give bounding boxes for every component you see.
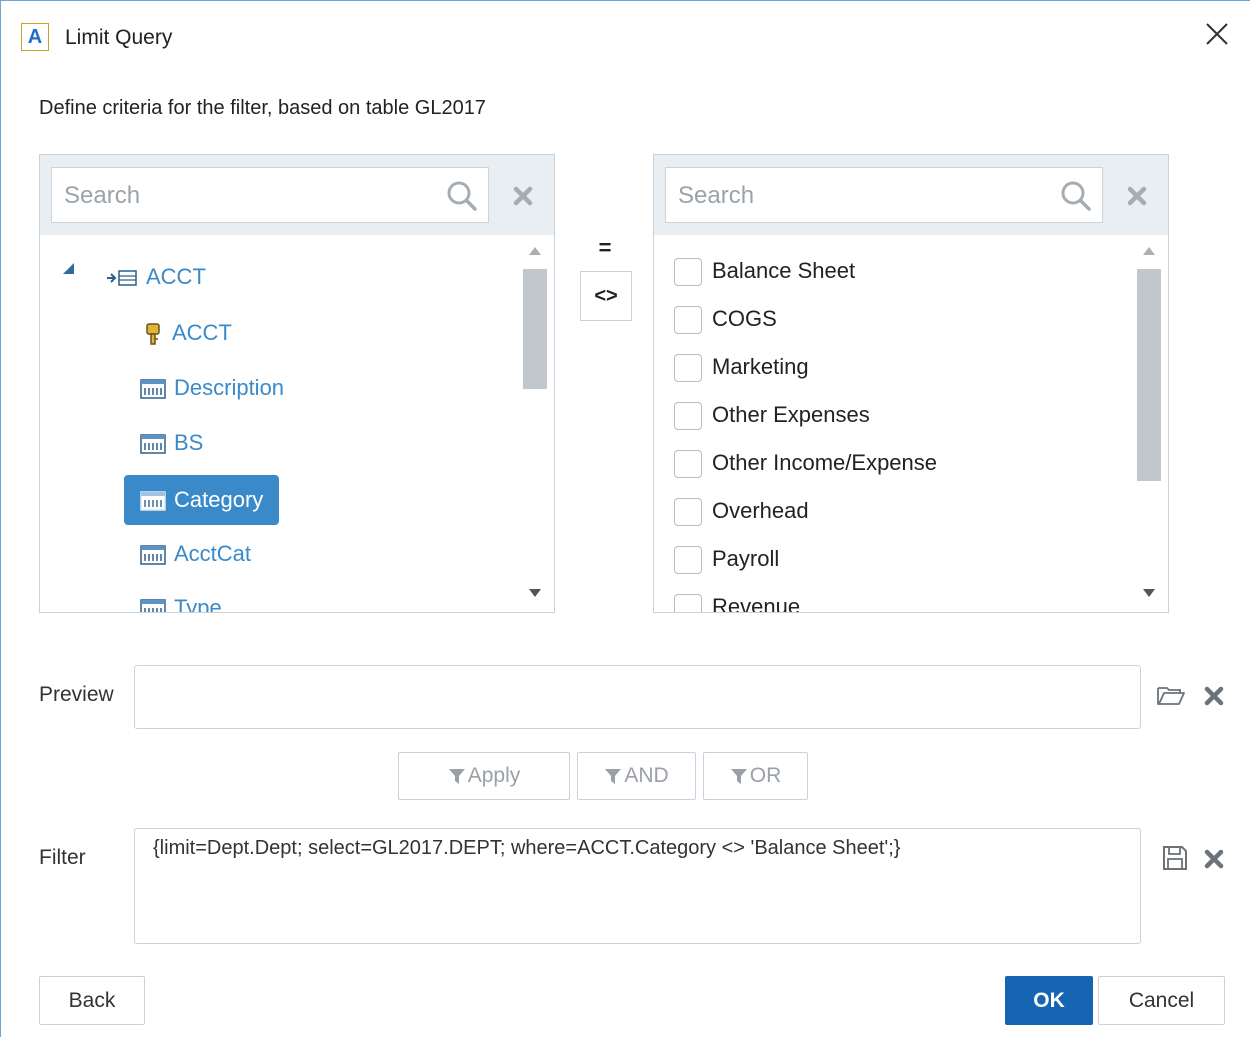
cancel-button[interactable]: Cancel xyxy=(1098,976,1225,1025)
field-tree-panel: ACCT ACCT Description xyxy=(39,154,555,613)
funnel-icon xyxy=(730,769,747,785)
tree-item-acct-table[interactable]: ACCT xyxy=(106,254,206,300)
limit-query-dialog: A Limit Query Define criteria for the fi… xyxy=(0,0,1250,1037)
table-link-icon xyxy=(107,270,137,286)
value-label: Balance Sheet xyxy=(712,258,856,283)
or-label: OR xyxy=(749,764,782,787)
search-icon[interactable] xyxy=(1060,180,1092,212)
value-label: Revenue xyxy=(712,594,801,612)
value-label: Overhead xyxy=(712,498,809,523)
clear-filter-icon[interactable] xyxy=(1203,848,1225,870)
field-search-bar xyxy=(40,155,554,235)
tree-item-label: AcctCat xyxy=(174,541,252,566)
clear-search-icon[interactable] xyxy=(1126,185,1148,207)
value-item-cogs[interactable]: COGS xyxy=(674,299,777,339)
value-list-panel: Balance Sheet COGS Marketing Other Expen… xyxy=(653,154,1169,613)
expand-collapse-icon[interactable] xyxy=(63,263,74,274)
tree-item-bs[interactable]: BS xyxy=(140,420,203,466)
field-tree: ACCT ACCT Description BS Category AcctCa… xyxy=(40,237,520,612)
value-item-balance-sheet[interactable]: Balance Sheet xyxy=(674,251,855,291)
value-label: Other Income/Expense xyxy=(712,450,938,475)
tree-item-label: ACCT xyxy=(172,320,232,345)
apply-label: Apply xyxy=(467,764,521,787)
value-checkbox[interactable] xyxy=(674,258,702,287)
value-search-box xyxy=(665,167,1103,223)
tree-item-category[interactable]: Category xyxy=(124,475,280,525)
value-item-other-expenses[interactable]: Other Expenses xyxy=(674,395,870,435)
and-label: AND xyxy=(624,764,669,787)
value-item-marketing[interactable]: Marketing xyxy=(674,347,809,387)
funnel-icon xyxy=(448,769,465,785)
value-item-other-income-expense[interactable]: Other Income/Expense xyxy=(674,443,937,483)
value-label: Payroll xyxy=(712,546,780,571)
app-icon: A xyxy=(21,23,49,51)
close-button[interactable] xyxy=(1202,19,1232,49)
value-checkbox[interactable] xyxy=(674,450,702,479)
scroll-thumb[interactable] xyxy=(523,269,547,389)
dialog-title: Limit Query xyxy=(65,26,173,49)
value-label: COGS xyxy=(712,306,777,331)
clear-search-icon[interactable] xyxy=(512,185,534,207)
value-search-bar xyxy=(654,155,1168,235)
tree-item-type[interactable]: Type xyxy=(140,585,222,612)
tree-item-label: BS xyxy=(174,430,204,455)
clear-preview-icon[interactable] xyxy=(1203,685,1225,707)
filter-field[interactable]: {limit=Dept.Dept; select=GL2017.DEPT; wh… xyxy=(134,828,1141,944)
tree-item-label: Category xyxy=(174,487,264,512)
filter-label: Filter xyxy=(39,846,86,869)
scroll-thumb[interactable] xyxy=(1137,269,1161,481)
equals-operator-button[interactable]: = xyxy=(579,235,631,261)
and-filter-button[interactable]: AND xyxy=(577,752,696,800)
value-list: Balance Sheet COGS Marketing Other Expen… xyxy=(654,237,1134,612)
field-icon xyxy=(140,491,166,511)
field-icon xyxy=(140,545,166,565)
value-item-overhead[interactable]: Overhead xyxy=(674,491,809,531)
value-list-scrollbar[interactable] xyxy=(1136,241,1162,609)
value-checkbox[interactable] xyxy=(674,402,702,431)
preview-field[interactable] xyxy=(134,665,1141,729)
tree-item-acctcat[interactable]: AcctCat xyxy=(140,531,251,577)
search-icon[interactable] xyxy=(446,180,478,212)
back-button[interactable]: Back xyxy=(39,976,145,1025)
scroll-up-arrow[interactable] xyxy=(1143,247,1155,255)
funnel-icon xyxy=(605,769,622,785)
value-item-revenue[interactable]: Revenue xyxy=(674,587,800,612)
tree-item-label: Type xyxy=(174,595,222,612)
close-icon xyxy=(1206,23,1228,45)
value-checkbox[interactable] xyxy=(674,498,702,527)
value-checkbox[interactable] xyxy=(674,594,702,612)
value-item-payroll[interactable]: Payroll xyxy=(674,539,779,579)
tree-item-label: ACCT xyxy=(146,264,206,289)
filter-value: {limit=Dept.Dept; select=GL2017.DEPT; wh… xyxy=(153,837,901,859)
scroll-down-arrow[interactable] xyxy=(529,589,541,597)
field-tree-scrollbar[interactable] xyxy=(522,241,548,609)
dialog-instruction: Define criteria for the filter, based on… xyxy=(39,97,486,119)
save-icon[interactable] xyxy=(1161,844,1189,872)
field-icon xyxy=(140,434,166,454)
tree-item-label: Description xyxy=(174,375,285,400)
preview-label: Preview xyxy=(39,683,114,706)
tree-item-acct-key[interactable]: ACCT xyxy=(142,310,232,356)
value-search-input[interactable] xyxy=(676,176,1050,216)
field-search-box xyxy=(51,167,489,223)
field-icon xyxy=(140,599,166,612)
value-checkbox[interactable] xyxy=(674,354,702,383)
scroll-up-arrow[interactable] xyxy=(529,247,541,255)
field-search-input[interactable] xyxy=(62,176,436,216)
value-label: Marketing xyxy=(712,354,809,379)
or-filter-button[interactable]: OR xyxy=(703,752,808,800)
field-icon xyxy=(140,379,166,399)
apply-filter-button[interactable]: Apply xyxy=(398,752,570,800)
scroll-down-arrow[interactable] xyxy=(1143,589,1155,597)
key-icon xyxy=(146,323,160,345)
value-checkbox[interactable] xyxy=(674,546,702,575)
ok-button[interactable]: OK xyxy=(1005,976,1093,1025)
tree-item-description[interactable]: Description xyxy=(140,365,284,411)
value-checkbox[interactable] xyxy=(674,306,702,335)
value-label: Other Expenses xyxy=(712,402,870,427)
not-equals-operator-button[interactable]: <> xyxy=(580,271,632,321)
open-folder-icon[interactable] xyxy=(1156,680,1186,710)
